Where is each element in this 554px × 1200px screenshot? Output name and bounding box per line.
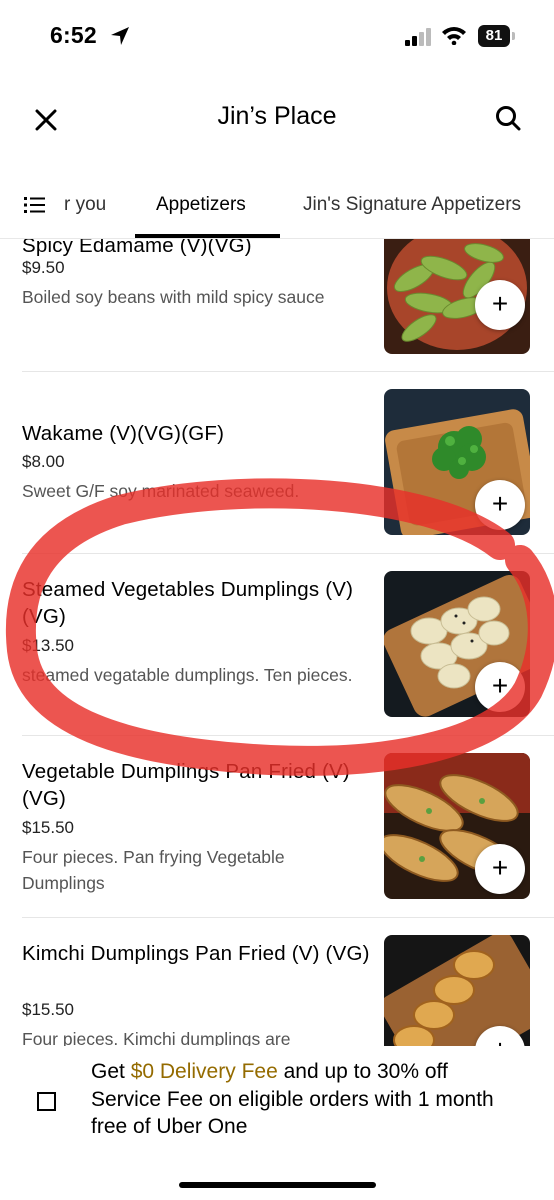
add-button[interactable]: + <box>475 280 525 330</box>
header: Jin’s Place <box>0 86 554 150</box>
checkbox-icon[interactable] <box>37 1092 56 1111</box>
item-description: Four pieces. Kimchi dumplings are <box>22 1029 291 1046</box>
item-price: $8.00 <box>22 452 65 471</box>
add-button[interactable]: + <box>475 844 525 894</box>
search-icon[interactable] <box>494 104 522 132</box>
item-price: $13.50 <box>22 636 74 655</box>
battery-icon: 81 <box>478 25 516 47</box>
item-name: Vegetable Dumplings Pan Fried (V)(VG) <box>22 760 350 810</box>
wifi-icon <box>442 27 466 45</box>
category-tabs: r you Appetizers Jin's Signature Appetiz… <box>0 178 554 239</box>
list-item[interactable]: Kimchi Dumplings Pan Fried (V) (VG) $15.… <box>0 918 554 1046</box>
item-name: Wakame (V)(VG)(GF) <box>22 422 225 445</box>
home-indicator[interactable] <box>179 1182 376 1188</box>
item-price: $15.50 <box>22 1000 74 1019</box>
promo-text-pre: Get <box>91 1060 131 1083</box>
tab-for-you[interactable]: r you <box>64 194 106 216</box>
item-name: Kimchi Dumplings Pan Fried (V) (VG) <box>22 942 370 965</box>
list-item[interactable]: Steamed Vegetables Dumplings (V)(VG) $13… <box>0 554 554 736</box>
list-item[interactable]: Vegetable Dumplings Pan Fried (V)(VG) $1… <box>0 736 554 918</box>
item-name: Spicy Edamame (V)(VG) <box>22 238 252 257</box>
item-price: $9.50 <box>22 258 65 277</box>
item-description: steamed vegatable dumplings. Ten pieces. <box>22 665 353 685</box>
add-button[interactable]: + <box>475 662 525 712</box>
tab-appetizers[interactable]: Appetizers <box>156 194 246 216</box>
item-description: Sweet G/F soy marinated seaweed. <box>22 481 300 501</box>
page-title: Jin’s Place <box>217 102 337 130</box>
location-arrow-icon <box>111 27 129 45</box>
promo-highlight: $0 Delivery Fee <box>130 1060 278 1083</box>
status-bar: 6:52 81 <box>0 0 554 72</box>
item-description: Boiled soy beans with mild spicy sauce <box>22 287 325 307</box>
battery-level: 81 <box>478 25 510 47</box>
signal-icon <box>405 28 431 46</box>
list-item[interactable]: Spicy Edamame (V)(VG) $9.50 Boiled soy b… <box>0 238 554 370</box>
active-tab-indicator <box>135 234 280 238</box>
item-name: Steamed Vegetables Dumplings (V)(VG) <box>22 578 354 628</box>
status-time: 6:52 <box>50 22 97 48</box>
uber-one-promo[interactable]: Get $0 Delivery Fee and up to 30% off Se… <box>0 1046 554 1156</box>
list-item[interactable]: Wakame (V)(VG)(GF) $8.00 Sweet G/F soy m… <box>0 372 554 554</box>
menu-list-icon[interactable] <box>22 193 48 217</box>
add-button[interactable]: + <box>475 480 525 530</box>
menu-list: Spicy Edamame (V)(VG) $9.50 Boiled soy b… <box>0 238 554 1046</box>
item-price: $15.50 <box>22 818 74 837</box>
item-description: Four pieces. Pan frying Vegetable Dumpli… <box>22 847 285 893</box>
tab-signature-appetizers[interactable]: Jin's Signature Appetizers <box>303 194 521 216</box>
promo-text: Get $0 Delivery Fee and up to 30% off Se… <box>91 1058 511 1141</box>
